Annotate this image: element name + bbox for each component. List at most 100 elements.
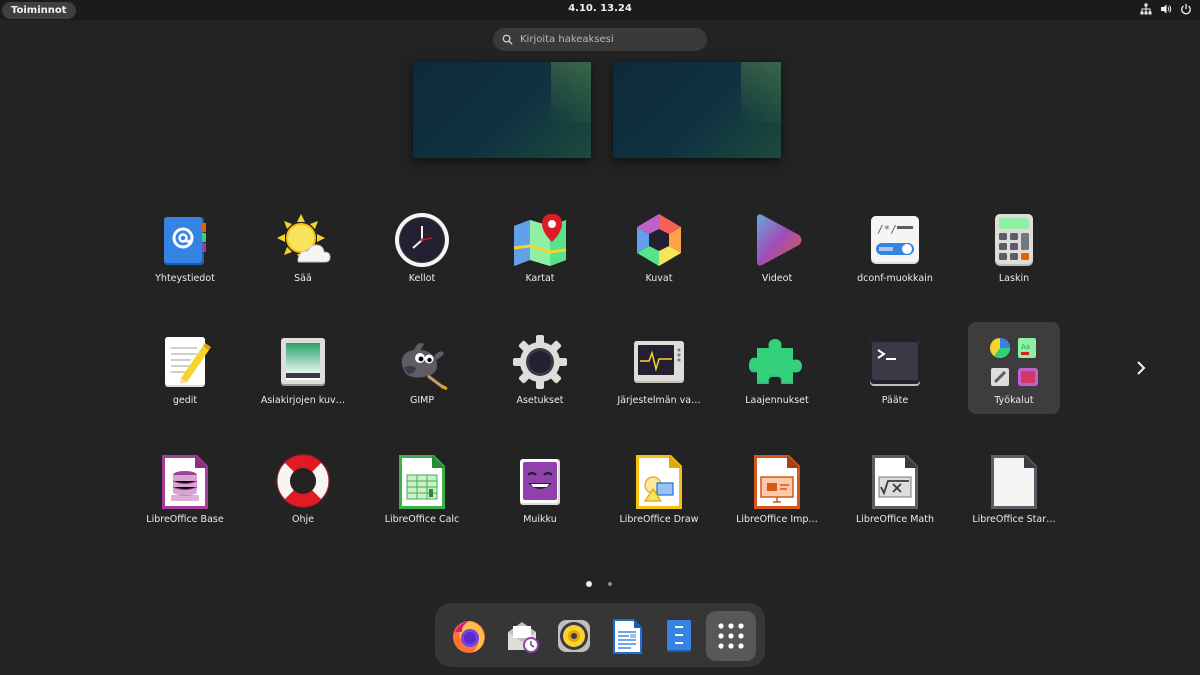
app-libreoffice-impress[interactable]: LibreOffice Imp… (731, 441, 823, 533)
app-extensions[interactable]: Laajennukset (731, 322, 823, 414)
search-icon (502, 34, 513, 45)
app-videos[interactable]: Videot (731, 200, 823, 292)
dconf-editor-icon: /*/ (867, 212, 923, 268)
contacts-icon (157, 212, 213, 268)
app-libreoffice-base[interactable]: LibreOffice Base (139, 441, 231, 533)
page-indicator-2[interactable] (608, 582, 612, 586)
chevron-right-icon (1137, 361, 1146, 375)
app-label: Kartat (525, 273, 555, 284)
dock-item-show-apps[interactable] (706, 611, 756, 661)
libreoffice-impress-icon (749, 453, 805, 509)
dock-item-libreoffice-writer[interactable] (602, 611, 652, 661)
dock-item-firefox[interactable] (444, 611, 494, 661)
app-label: Laskin (998, 273, 1030, 284)
app-libreoffice-calc[interactable]: LibreOffice Calc (376, 441, 468, 533)
utilities-folder-icon: Aa (986, 334, 1042, 390)
app-label: Yhteystiedot (155, 273, 215, 284)
speaker-icon[interactable] (1160, 3, 1172, 15)
libreoffice-base-icon (157, 453, 213, 509)
app-label: Kuvat (645, 273, 673, 284)
weather-icon (275, 212, 331, 268)
app-label: Asetukset (516, 395, 564, 406)
app-dconf-editor[interactable]: /*/ dconf-muokkain (849, 200, 941, 292)
app-help[interactable]: Ohje (257, 441, 349, 533)
app-label: LibreOffice Star… (972, 514, 1056, 525)
page-indicator-1[interactable] (586, 581, 592, 587)
app-clocks[interactable]: Kellot (376, 200, 468, 292)
power-icon[interactable] (1180, 3, 1192, 15)
app-libreoffice-start[interactable]: LibreOffice Star… (968, 441, 1060, 533)
app-terminal[interactable]: Pääte (849, 322, 941, 414)
text-editor-icon (157, 334, 213, 390)
top-bar: Toiminnot 4.10. 13.24 (0, 0, 1200, 20)
show-apps-grid-icon (718, 623, 744, 649)
clock-icon (394, 212, 450, 268)
app-label: Kellot (408, 273, 436, 284)
app-gimp[interactable]: GIMP (376, 322, 468, 414)
app-maps[interactable]: Kartat (494, 200, 586, 292)
app-settings[interactable]: Asetukset (494, 322, 586, 414)
app-label: LibreOffice Imp… (736, 514, 818, 525)
search-bar[interactable] (493, 28, 707, 51)
search-input[interactable] (520, 34, 690, 45)
photos-icon (631, 212, 687, 268)
app-label: Työkalut (994, 395, 1034, 406)
system-tray[interactable] (1140, 3, 1192, 15)
app-label: dconf-muokkain (857, 273, 933, 284)
app-label: Järjestelmän va… (617, 395, 701, 406)
svg-text:/*/: /*/ (877, 223, 897, 236)
dock-item-evolution[interactable] (497, 611, 547, 661)
muikku-icon (512, 453, 568, 509)
app-label: Videot (761, 273, 793, 284)
app-document-scanner[interactable]: Asiakirjojen kuv… (257, 322, 349, 414)
next-page-arrow[interactable] (1131, 358, 1151, 378)
app-label: LibreOffice Math (855, 514, 935, 525)
calculator-icon (986, 212, 1042, 268)
dock-item-files[interactable] (654, 611, 704, 661)
app-libreoffice-math[interactable]: LibreOffice Math (849, 441, 941, 533)
libreoffice-writer-icon (613, 619, 642, 654)
app-folder-utilities[interactable]: Aa Työkalut (968, 322, 1060, 414)
rhythmbox-icon (558, 620, 590, 652)
workspace-thumbnail-1[interactable] (413, 62, 591, 158)
videos-icon (749, 212, 805, 268)
svg-text:Aa: Aa (1021, 343, 1030, 351)
help-lifebuoy-icon (275, 453, 331, 509)
app-label: LibreOffice Draw (619, 514, 699, 525)
libreoffice-math-icon (867, 453, 923, 509)
app-weather[interactable]: Sää (257, 200, 349, 292)
app-label: Ohje (292, 514, 314, 525)
settings-gear-icon (512, 334, 568, 390)
libreoffice-start-icon (986, 453, 1042, 509)
gimp-icon (394, 334, 450, 390)
extensions-puzzle-icon (749, 334, 805, 390)
app-calculator[interactable]: Laskin (968, 200, 1060, 292)
app-muikku[interactable]: Muikku (494, 441, 586, 533)
workspace-thumbnail-2[interactable] (613, 62, 781, 158)
app-libreoffice-draw[interactable]: LibreOffice Draw (613, 441, 705, 533)
files-icon (667, 620, 691, 652)
app-gedit[interactable]: gedit (139, 322, 231, 414)
app-label: GIMP (409, 395, 435, 406)
libreoffice-draw-icon (631, 453, 687, 509)
dock (435, 603, 765, 667)
document-scanner-icon (275, 334, 331, 390)
app-label: LibreOffice Calc (384, 514, 460, 525)
app-system-monitor[interactable]: Järjestelmän va… (613, 322, 705, 414)
firefox-icon (453, 621, 485, 653)
app-label: Asiakirjojen kuv… (260, 395, 346, 406)
app-label: gedit (172, 395, 198, 406)
maps-icon (512, 212, 568, 268)
clock-button[interactable]: 4.10. 13.24 (0, 3, 1200, 14)
app-contacts[interactable]: Yhteystiedot (139, 200, 231, 292)
libreoffice-calc-icon (394, 453, 450, 509)
network-wired-icon[interactable] (1140, 3, 1152, 15)
app-photos[interactable]: Kuvat (613, 200, 705, 292)
system-monitor-icon (631, 334, 687, 390)
dock-item-rhythmbox[interactable] (549, 611, 599, 661)
app-label: Sää (294, 273, 312, 284)
app-label: Pääte (881, 395, 909, 406)
app-label: LibreOffice Base (146, 514, 224, 525)
app-label: Muikku (523, 514, 557, 525)
terminal-icon (867, 334, 923, 390)
